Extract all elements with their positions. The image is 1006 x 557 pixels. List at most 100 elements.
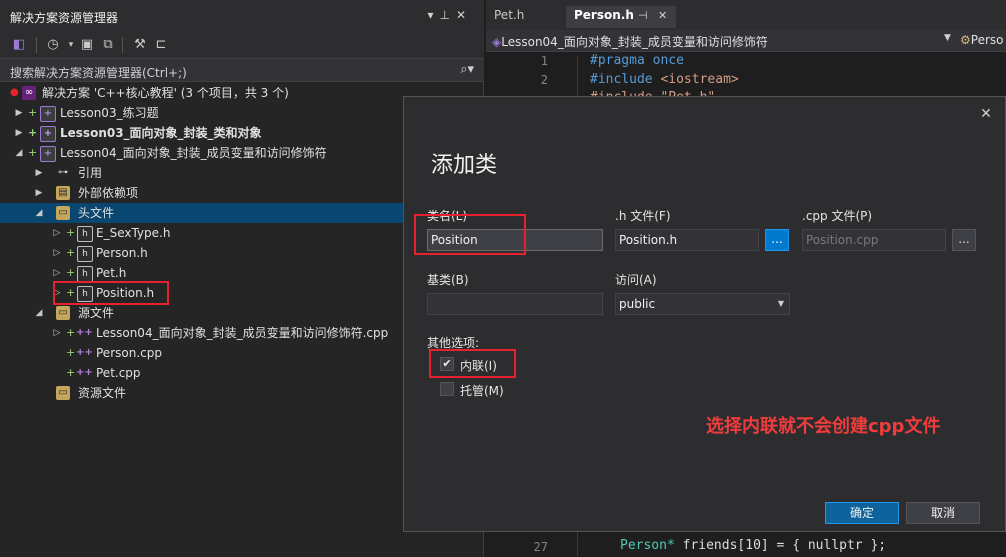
tree-item-label: 头文件	[78, 206, 115, 220]
cpp-file-icon: ++	[76, 367, 93, 378]
folder-icon: ▭	[56, 206, 70, 220]
search-input[interactable]: 搜索解决方案资源管理器(Ctrl+;)	[10, 64, 187, 81]
chevron-right-icon[interactable]: ▶	[34, 183, 44, 203]
dialog-title: 添加类	[431, 153, 498, 178]
tree-item-label: E_SexType.h	[96, 226, 171, 240]
git-added-icon: +	[66, 246, 76, 259]
solution-explorer-titlebar: 解决方案资源管理器 ▾⊥✕	[0, 0, 484, 32]
highlight-box-inline	[429, 349, 516, 378]
git-added-icon: +	[66, 266, 76, 279]
panel-title-buttons[interactable]: ▾⊥✕	[427, 8, 472, 22]
type-keyword: Person*	[620, 538, 675, 553]
project-scope-dropdown[interactable]: ◈Lesson04_面向对象_封装_成员变量和访问修饰符	[492, 33, 768, 50]
toolbar-separator	[36, 37, 37, 53]
access-select[interactable]: public ▼	[615, 293, 790, 315]
line-number: 27	[533, 540, 548, 554]
show-all-files-icon[interactable]: ⧉	[99, 36, 117, 54]
tree-item-label: Pet.h	[96, 266, 127, 280]
git-added-icon: +	[28, 106, 38, 119]
base-class-input[interactable]	[427, 293, 603, 315]
close-icon[interactable]: ✕	[456, 8, 472, 22]
code-text: <iostream>	[652, 72, 739, 87]
highlight-box-position-h	[53, 281, 169, 305]
chevron-right-icon[interactable]: ▷	[52, 243, 62, 263]
search-icon[interactable]: ⌕▾	[460, 62, 474, 77]
references-icon: ⊶	[58, 167, 68, 178]
panel-title: 解决方案资源管理器	[10, 11, 119, 25]
type-scope-dropdown[interactable]: ⚙Perso	[960, 33, 1003, 47]
tree-item-label: 资源文件	[78, 386, 127, 400]
tree-item-label: 引用	[78, 166, 103, 180]
managed-checkbox[interactable]	[440, 382, 454, 396]
chevron-right-icon[interactable]: ▶	[14, 103, 24, 123]
chevron-down-icon[interactable]: ◢	[34, 303, 44, 323]
access-selected-value: public	[619, 297, 656, 311]
code-line[interactable]: Person* friends[10] = { nullptr };	[620, 538, 886, 553]
pin-icon[interactable]: ⊣	[638, 9, 648, 22]
chevron-right-icon[interactable]: ▶	[14, 123, 24, 143]
chevron-down-icon[interactable]: ▼	[778, 294, 784, 314]
code-line[interactable]: #include <iostream>	[590, 72, 739, 87]
tree-item-label: 源文件	[78, 306, 115, 320]
tab-person-h[interactable]: Person.h ⊣ ✕	[566, 6, 676, 28]
chevron-right-icon[interactable]: ▷	[52, 263, 62, 283]
cpp-file-browse-button[interactable]: ...	[952, 229, 976, 251]
git-added-icon: +	[66, 346, 76, 359]
annotation-text: 选择内联就不会创建cpp文件	[706, 416, 941, 437]
close-icon[interactable]: ✕	[658, 9, 667, 22]
collapse-all-icon[interactable]: ▣	[78, 36, 96, 54]
close-icon[interactable]: ✕	[976, 104, 996, 124]
line-number: 2	[540, 73, 548, 87]
highlight-box-class-name	[414, 214, 526, 255]
chevron-down-icon[interactable]: ◢	[34, 203, 44, 223]
properties-wrench-icon[interactable]: ⚒	[131, 36, 149, 54]
tree-item-label: Lesson04_面向对象_封装_成员变量和访问修饰符.cpp	[96, 326, 389, 340]
tree-item-label: Person.h	[96, 246, 148, 260]
git-added-icon: +	[66, 366, 76, 379]
chevron-down-icon[interactable]: ▼	[944, 33, 951, 43]
git-added-icon: +	[28, 146, 38, 159]
solution-icon: ∞	[22, 86, 36, 100]
code-line[interactable]: #pragma once	[590, 53, 684, 68]
cpp-file-icon: ++	[76, 347, 93, 358]
cpp-project-icon: +	[40, 146, 56, 162]
cpp-project-icon: +	[40, 126, 56, 142]
cpp-project-icon: +	[40, 106, 56, 122]
base-class-label: 基类(B)	[427, 273, 469, 287]
line-number: 1	[540, 54, 548, 68]
h-file-input[interactable]: Position.h	[615, 229, 759, 251]
chevron-right-icon[interactable]: ▷	[52, 223, 62, 243]
project-scope-label: Lesson04_面向对象_封装_成员变量和访问修饰符	[501, 35, 768, 49]
preprocessor-keyword: #include	[590, 72, 653, 87]
managed-label: 托管(M)	[460, 384, 504, 398]
access-label: 访问(A)	[615, 273, 657, 287]
cpp-file-label: .cpp 文件(P)	[802, 209, 873, 223]
vs-switch-views-icon[interactable]: ◧	[10, 36, 28, 54]
h-file-browse-button[interactable]: ...	[765, 229, 789, 251]
ok-button[interactable]: 确定	[825, 502, 899, 524]
editor-navigation-bar: ◈Lesson04_面向对象_封装_成员变量和访问修饰符 ▼ ⚙Perso	[486, 30, 1006, 52]
class-icon: ⚙	[960, 33, 971, 47]
solution-explorer-search[interactable]: 搜索解决方案资源管理器(Ctrl+;) ⌕▾	[0, 58, 484, 82]
preview-icon[interactable]: ⊏	[152, 36, 170, 54]
header-file-icon: h	[77, 266, 93, 282]
cpp-file-icon: ++	[76, 327, 93, 338]
tree-item-label: Pet.cpp	[96, 366, 141, 380]
toolbar-separator	[122, 37, 123, 53]
history-icon[interactable]: ◷	[44, 36, 62, 54]
chevron-down-icon[interactable]: ◢	[14, 143, 24, 163]
folder-icon: ▭	[56, 386, 70, 400]
chevron-right-icon[interactable]: ▶	[34, 163, 44, 183]
code-text: friends[10] = { nullptr };	[674, 538, 887, 553]
h-file-label: .h 文件(F)	[615, 209, 671, 223]
tree-item-label: Person.cpp	[96, 346, 162, 360]
error-dot-icon: ●	[10, 87, 19, 98]
pin-icon[interactable]: ⊥	[439, 8, 455, 22]
tree-item-label: 解决方案 'C++核心教程' (3 个项目，共 3 个)	[42, 86, 289, 100]
cancel-button[interactable]: 取消	[906, 502, 980, 524]
preprocessor-keyword: #pragma	[590, 53, 645, 68]
tab-pet-h[interactable]: Pet.h	[494, 8, 524, 22]
chevron-right-icon[interactable]: ▷	[52, 323, 62, 343]
dropdown-icon[interactable]: ▾	[427, 8, 439, 22]
cpp-file-input[interactable]: Position.cpp	[802, 229, 946, 251]
